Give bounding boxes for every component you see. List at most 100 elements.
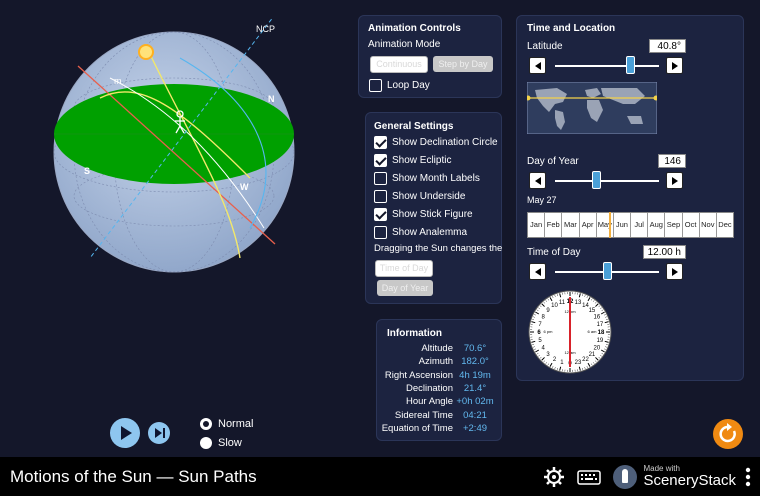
month-cell[interactable]: Aug xyxy=(648,213,666,237)
clock-hour-number: 18 xyxy=(598,330,605,336)
scenerystack-logo-icon xyxy=(613,464,638,489)
latitude-value[interactable]: 40.8° xyxy=(649,39,686,53)
navigation-bar: Motions of the Sun — Sun Paths Made with xyxy=(0,457,760,496)
info-key: Altitude xyxy=(421,343,453,354)
gear-icon[interactable] xyxy=(543,466,565,488)
loop-day-label: Loop Day xyxy=(387,80,430,91)
menu-icon[interactable] xyxy=(744,466,752,488)
info-key: Right Ascension xyxy=(384,369,453,381)
sun-icon[interactable] xyxy=(138,44,154,60)
settings-checkbox[interactable] xyxy=(374,136,387,149)
animation-controls-panel: Animation Controls Animation Mode Contin… xyxy=(358,15,502,98)
info-value: 70.6° xyxy=(463,343,487,354)
reset-button[interactable] xyxy=(713,419,743,449)
west-label: W xyxy=(240,182,249,192)
settings-checkbox[interactable] xyxy=(374,190,387,203)
settings-checkbox[interactable] xyxy=(374,226,387,239)
settings-checkbox-label: Show Declination Circle xyxy=(392,137,498,148)
month-cell[interactable]: Mar xyxy=(562,213,580,237)
information-title: Information xyxy=(387,328,442,339)
day-of-year-value[interactable]: 146 xyxy=(658,154,686,168)
info-value: +0h 02m xyxy=(456,396,494,408)
celestial-sphere[interactable]: NCP N S W m xyxy=(50,18,310,278)
info-key: Declination xyxy=(406,382,453,394)
clock-label-6am: 6 am xyxy=(588,329,598,334)
info-key: Azimuth xyxy=(418,356,453,368)
animation-controls-title: Animation Controls xyxy=(368,23,461,34)
day-of-year-label: Day of Year xyxy=(527,156,579,167)
info-value: 04:21 xyxy=(463,409,487,421)
speed-slow-radio[interactable] xyxy=(200,437,212,449)
reset-icon xyxy=(719,423,736,443)
time-location-title: Time and Location xyxy=(527,23,616,34)
time-increment-button[interactable] xyxy=(666,263,683,280)
step-forward-button[interactable] xyxy=(148,422,170,444)
day-of-year-button[interactable]: Day of Year xyxy=(377,280,433,296)
month-cell[interactable]: Jan xyxy=(528,213,546,237)
day-increment-button[interactable] xyxy=(666,172,683,189)
info-value: 182.0° xyxy=(461,356,489,368)
drag-sun-label: Dragging the Sun changes the xyxy=(374,243,503,254)
month-cell[interactable]: Oct xyxy=(683,213,700,237)
general-settings-panel: General Settings Show Declination Circle… xyxy=(365,112,502,304)
latitude-increment-button[interactable] xyxy=(666,57,683,74)
settings-checkbox-label: Show Stick Figure xyxy=(392,209,473,220)
settings-checkbox-label: Show Month Labels xyxy=(392,173,480,184)
ncp-label: NCP xyxy=(256,24,275,34)
info-value: 4h 19m xyxy=(459,369,491,381)
simulation-area: NCP N S W m Normal Slow Animation Contro… xyxy=(0,0,760,457)
time-decrement-button[interactable] xyxy=(529,263,546,280)
clock-hour-number: 10 xyxy=(551,303,558,309)
clock-hour-number: 13 xyxy=(575,300,582,306)
speed-normal-radio[interactable] xyxy=(200,418,212,430)
month-cell[interactable]: May xyxy=(597,213,614,237)
latitude-slider-track[interactable] xyxy=(555,65,659,67)
continuous-button[interactable]: Continuous xyxy=(370,56,428,73)
time-of-day-button[interactable]: Time of Day xyxy=(375,260,433,277)
latitude-label: Latitude xyxy=(527,41,563,52)
keyboard-icon[interactable] xyxy=(577,468,602,486)
month-cell[interactable]: Jun xyxy=(614,213,632,237)
month-cell[interactable]: Jul xyxy=(631,213,649,237)
time-of-day-label: Time of Day xyxy=(527,247,581,258)
settings-checkbox[interactable] xyxy=(374,172,387,185)
clock-face[interactable]: 01234567891011121314151617181920212223 1… xyxy=(527,289,613,375)
day-slider-track[interactable] xyxy=(555,180,659,182)
month-cell[interactable]: Feb xyxy=(545,213,563,237)
time-of-day-value[interactable]: 12.00 h xyxy=(643,245,686,259)
information-panel: Information Altitude 70.6° Azimuth 182.0° Ri… xyxy=(376,319,502,441)
loop-day-checkbox[interactable] xyxy=(369,79,382,92)
settings-checkbox-label: Show Ecliptic xyxy=(392,155,452,166)
clock-hour-number: 16 xyxy=(594,315,601,321)
month-strip[interactable]: Jan Feb Mar Apr May Jun Jul Aug Sep Oct Nov Dec xyxy=(527,212,734,238)
speed-normal-label: Normal xyxy=(218,418,254,430)
latitude-slider-thumb[interactable] xyxy=(626,56,636,74)
month-cell[interactable]: Dec xyxy=(717,213,733,237)
info-key: Sidereal Time xyxy=(394,409,453,421)
south-label: S xyxy=(84,166,90,176)
day-slider-thumb[interactable] xyxy=(592,171,602,189)
settings-checkbox[interactable] xyxy=(374,208,387,221)
clock-hour-number: 17 xyxy=(597,322,604,328)
month-cell[interactable]: Nov xyxy=(700,213,717,237)
month-cell[interactable]: Sep xyxy=(665,213,683,237)
clock-hour-number: 23 xyxy=(575,360,582,366)
info-value: +2:49 xyxy=(462,422,488,434)
speed-slow-label: Slow xyxy=(218,437,242,449)
month-cell[interactable]: Apr xyxy=(580,213,597,237)
clock-hour-number: 21 xyxy=(589,352,596,358)
step-by-day-button[interactable]: Step by Day xyxy=(433,56,493,72)
clock-hour-number: 19 xyxy=(597,338,604,344)
settings-checkbox-label: Show Analemma xyxy=(392,227,468,238)
settings-checkbox-label: Show Underside xyxy=(392,191,466,202)
settings-checkbox[interactable] xyxy=(374,154,387,167)
clock-hour-number: 15 xyxy=(589,308,596,314)
latitude-decrement-button[interactable] xyxy=(529,57,546,74)
play-button[interactable] xyxy=(110,418,140,448)
time-slider-thumb[interactable] xyxy=(602,262,612,280)
world-map[interactable] xyxy=(527,82,657,134)
info-key: Equation of Time xyxy=(381,422,453,434)
play-icon xyxy=(121,426,132,440)
day-decrement-button[interactable] xyxy=(529,172,546,189)
info-value: 21.4° xyxy=(463,382,487,394)
